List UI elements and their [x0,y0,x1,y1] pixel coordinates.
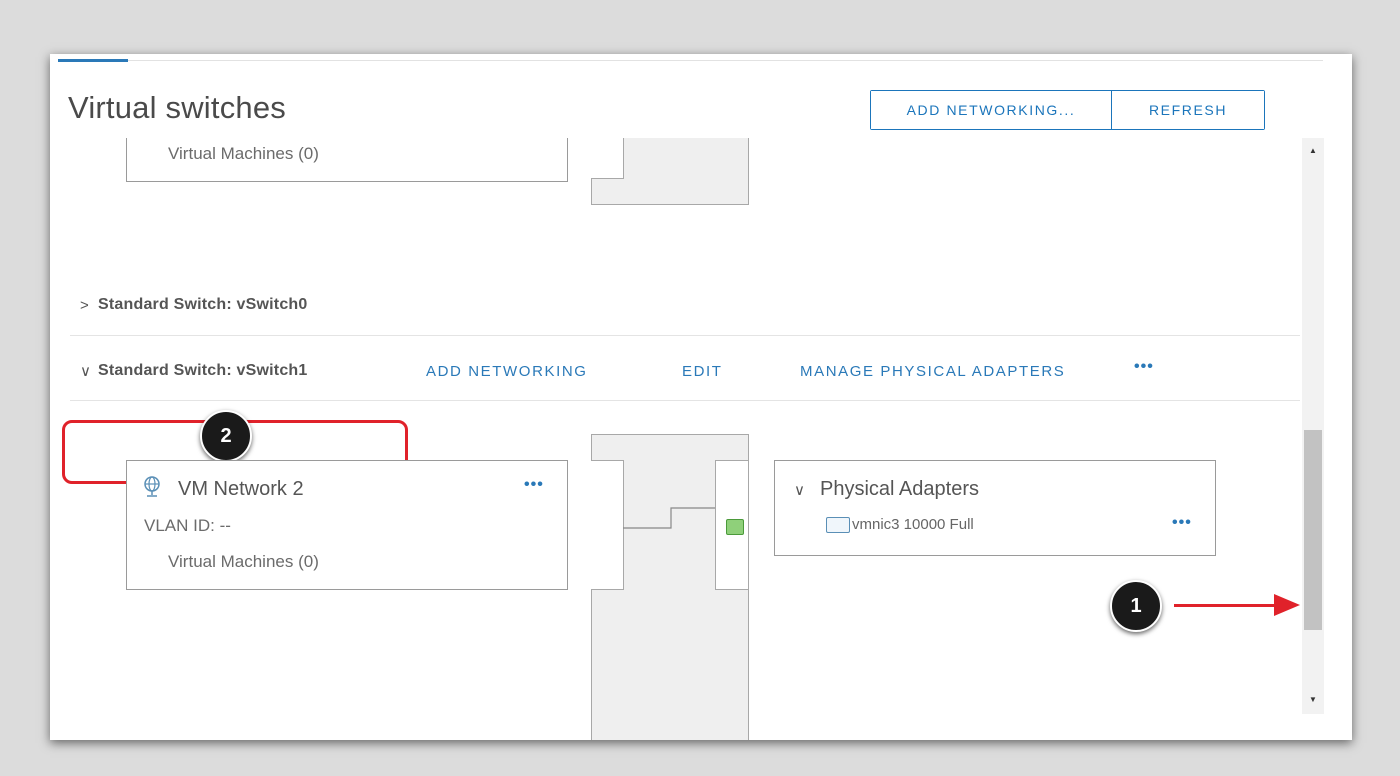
network-adapter-icon [826,516,850,533]
vertical-scrollbar[interactable]: ▲ ▼ [1302,138,1324,714]
chevron-down-icon: ∨ [794,481,805,499]
switch-connection-line [623,507,715,529]
annotation-arrow-head [1274,594,1300,616]
scroll-down-arrow-icon[interactable]: ▼ [1302,693,1324,707]
annotation-arrow-line [1174,604,1278,607]
switch-label-vswitch0: Standard Switch: vSwitch0 [98,296,308,313]
header-button-group: ADD NETWORKING... REFRESH [870,90,1265,130]
switch-port-left [591,460,624,590]
virtual-machines-label: Virtual Machines (0) [168,552,319,571]
physical-adapters-more-icon[interactable]: ••• [1172,514,1192,532]
virtual-switches-panel: Virtual switches ADD NETWORKING... REFRE… [50,54,1352,740]
switch-port-partial [591,138,624,179]
switch-label-vswitch1: Standard Switch: vSwitch1 [98,362,308,379]
port-group-globe-icon [142,476,162,498]
tab-active-indicator[interactable] [58,59,128,62]
physical-adapter-label: vmnic3 10000 Full [852,516,974,533]
port-group-more-icon[interactable]: ••• [524,476,544,494]
refresh-button[interactable]: REFRESH [1112,91,1264,129]
port-group-name: VM Network 2 [178,478,304,500]
scroll-thumb[interactable] [1304,430,1322,630]
edit-link[interactable]: EDIT [682,363,723,380]
divider [70,400,1300,401]
add-networking-button[interactable]: ADD NETWORKING... [871,91,1112,129]
vlan-id-label: VLAN ID: -- [144,516,231,535]
switch-more-actions-icon[interactable]: ••• [1134,358,1154,376]
virtual-machines-label: Virtual Machines (0) [168,144,319,163]
chevron-right-icon: > [80,296,89,314]
physical-adapters-box[interactable] [774,460,1216,556]
physical-adapters-header[interactable]: ∨ Physical Adapters [794,478,979,501]
physical-adapter-row[interactable]: vmnic3 10000 Full [826,516,974,533]
scroll-up-arrow-icon[interactable]: ▲ [1302,144,1324,158]
annotation-badge-2: 2 [200,410,252,462]
physical-adapters-title: Physical Adapters [820,478,979,500]
tab-strip [58,60,1323,61]
divider [70,335,1300,336]
page-title: Virtual switches [68,90,286,125]
uplink-port-icon [726,519,744,535]
switch-diagram-scroll-area[interactable]: Virtual Machines (0) > Standard Switch: … [50,138,1325,740]
manage-physical-adapters-link[interactable]: MANAGE PHYSICAL ADAPTERS [800,363,1065,380]
chevron-down-icon: ∨ [80,363,92,380]
switch-row-vswitch1[interactable]: ∨ Standard Switch: vSwitch1 [80,362,307,380]
add-networking-link[interactable]: ADD NETWORKING [426,363,588,380]
annotation-badge-1: 1 [1110,580,1162,632]
switch-row-vswitch0[interactable]: > Standard Switch: vSwitch0 [80,296,307,314]
